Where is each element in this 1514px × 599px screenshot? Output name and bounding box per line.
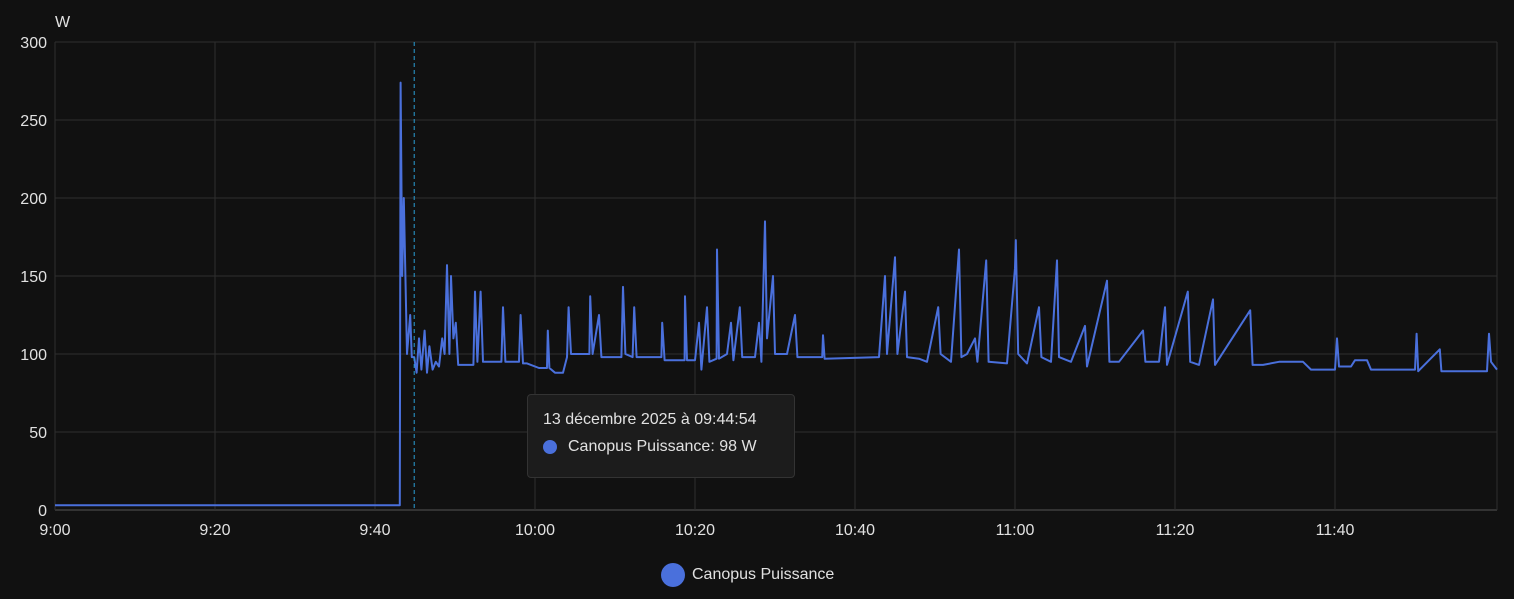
series-color-dot-icon xyxy=(543,440,557,454)
y-tick-label: 200 xyxy=(20,191,47,208)
y-axis-unit-label: W xyxy=(55,14,71,31)
legend-circle-icon xyxy=(661,563,685,587)
tooltip-value: Canopus Puissance: 98 W xyxy=(568,438,757,455)
x-tick-label: 10:20 xyxy=(675,522,715,539)
y-tick-label: 250 xyxy=(20,113,47,130)
y-tick-label: 100 xyxy=(20,347,47,364)
y-tick-label: 0 xyxy=(38,503,47,520)
power-chart[interactable]: 0 50 100 150 200 250 300 9:00 9:20 9:40 10:00 10:20… xyxy=(0,0,1514,599)
x-tick-label: 11:40 xyxy=(1316,522,1355,539)
x-tick-label: 9:40 xyxy=(359,522,390,539)
x-tick-label: 11:20 xyxy=(1156,522,1195,539)
x-tick-label: 9:00 xyxy=(39,522,70,539)
y-tick-label: 150 xyxy=(20,269,47,286)
y-tick-label: 50 xyxy=(29,425,47,442)
legend-label: Canopus Puissance xyxy=(692,566,835,583)
x-tick-label: 11:00 xyxy=(996,522,1035,539)
tooltip-title: 13 décembre 2025 à 09:44:54 xyxy=(543,411,757,428)
x-tick-label: 10:00 xyxy=(515,522,555,539)
chart-tooltip: 13 décembre 2025 à 09:44:54 Canopus Puis… xyxy=(527,394,795,478)
legend-item-canopus-puissance[interactable]: Canopus Puissance xyxy=(661,563,834,587)
y-tick-label: 300 xyxy=(20,35,47,52)
x-tick-label: 9:20 xyxy=(199,522,230,539)
x-tick-label: 10:40 xyxy=(835,522,875,539)
